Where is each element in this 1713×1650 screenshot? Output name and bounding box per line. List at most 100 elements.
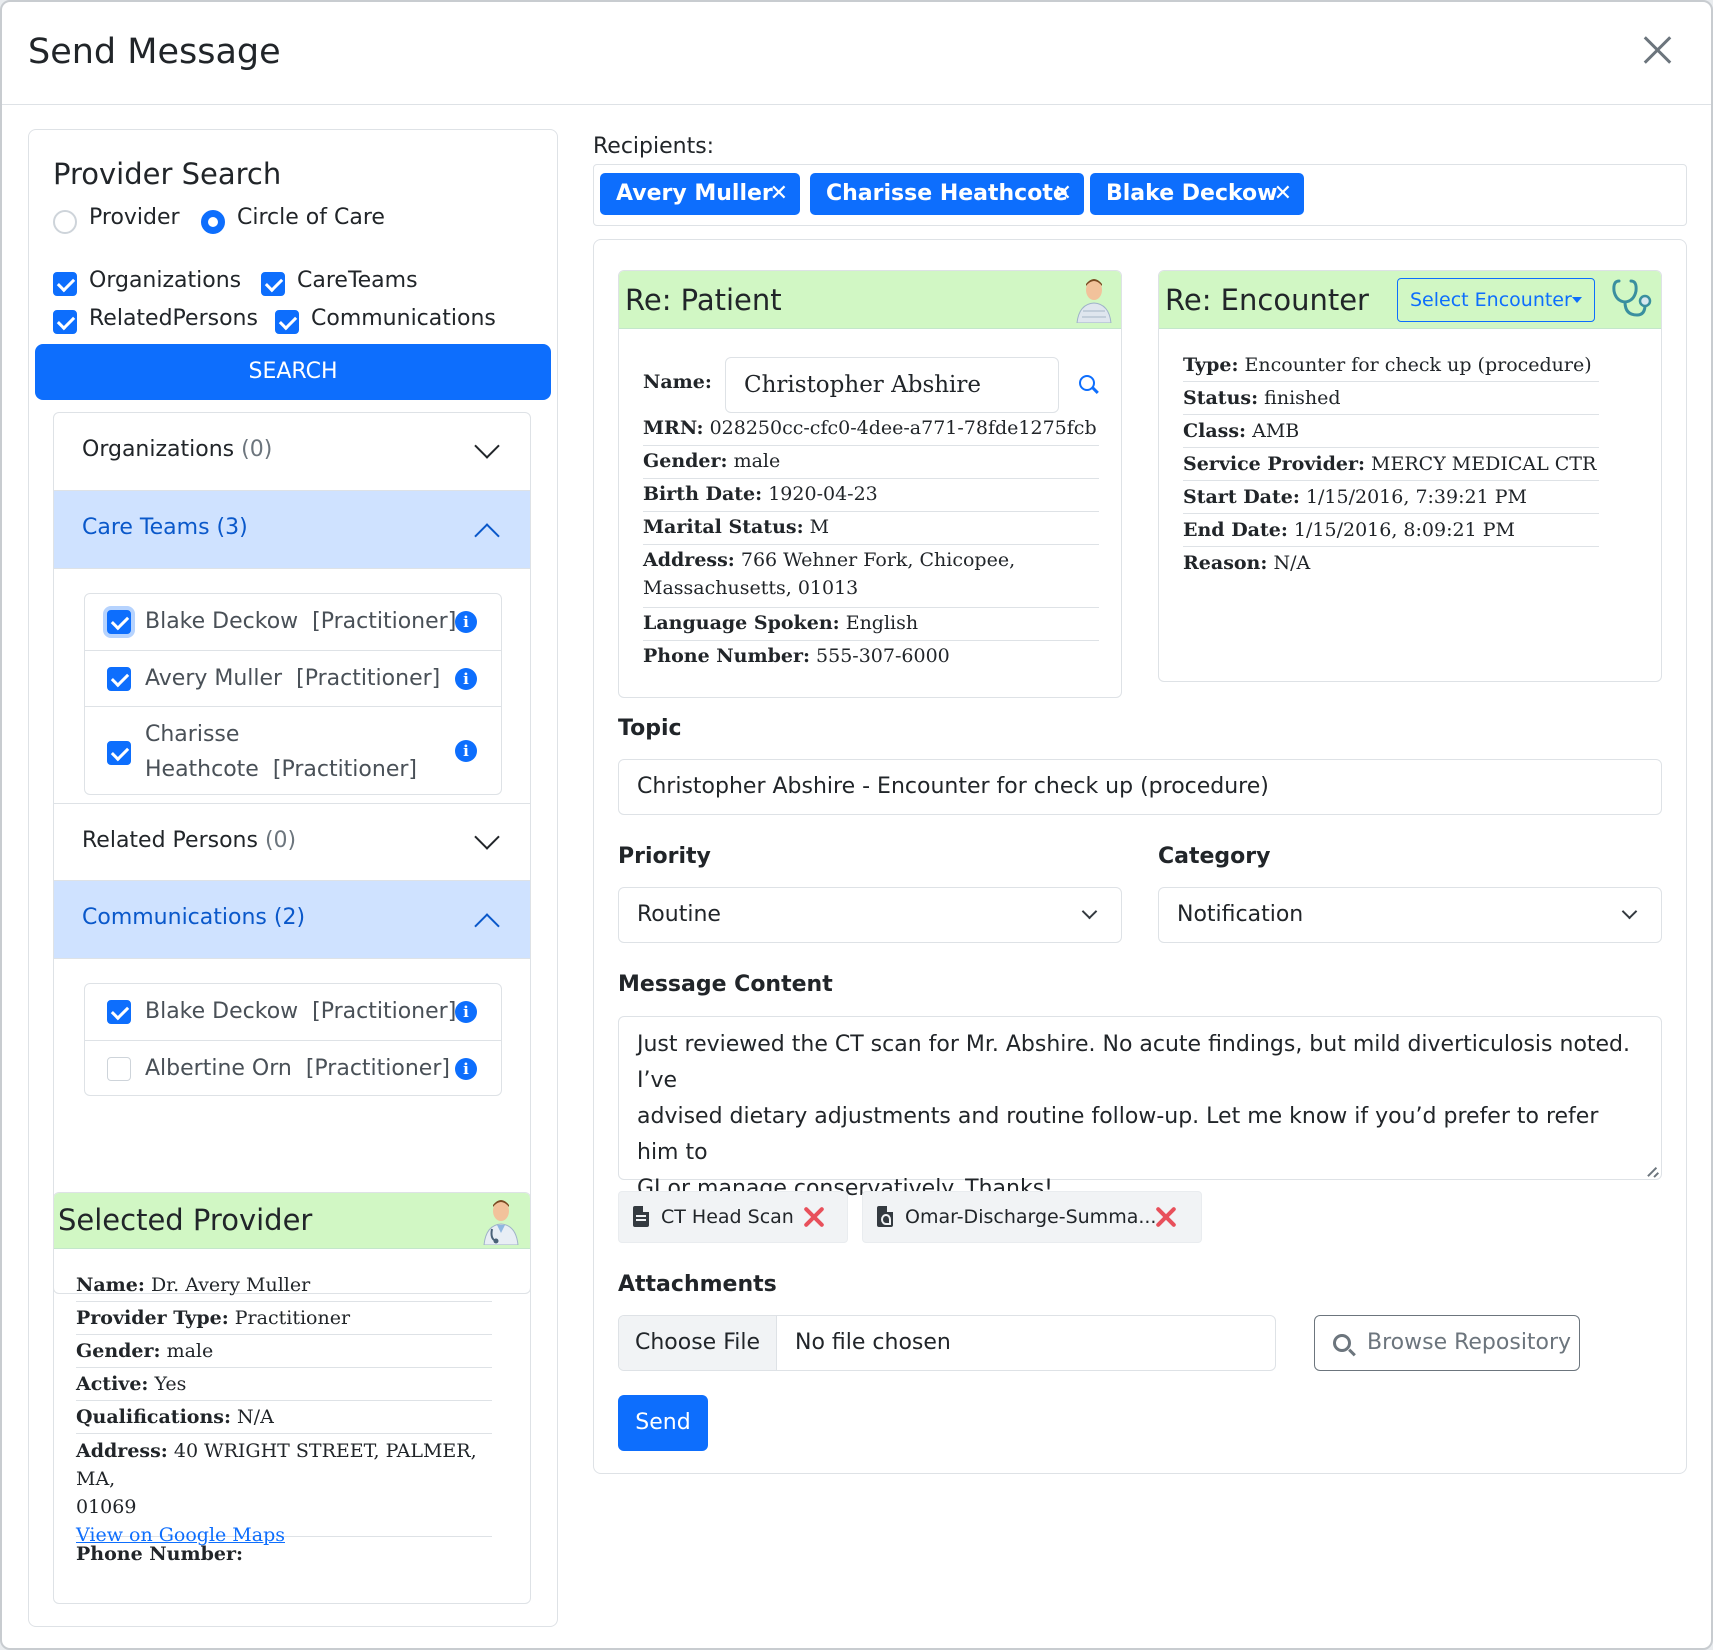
info-icon[interactable]: i: [455, 1001, 477, 1023]
remove-recipient-icon[interactable]: ✕: [1274, 173, 1292, 215]
selected-provider-details: Name: Dr. Avery Muller Provider Type: Pr…: [76, 1271, 492, 1591]
topic-label: Topic: [618, 716, 682, 741]
patient-row-gender: Gender: male: [643, 447, 1099, 479]
list-item-text: Avery Muller [Practitioner]: [145, 661, 440, 696]
stethoscope-icon: [1612, 279, 1652, 317]
search-icon[interactable]: [1079, 375, 1095, 391]
list-item-text: Albertine Orn [Practitioner]: [145, 1051, 450, 1086]
accordion-care-teams[interactable]: Care Teams (3): [54, 491, 530, 569]
accordion-communications-label: Communications (2): [82, 905, 305, 930]
select-encounter-dropdown[interactable]: Select Encounter: [1397, 278, 1595, 322]
communications-count: (2): [273, 905, 306, 930]
search-button[interactable]: SEARCH: [35, 344, 551, 400]
file-input[interactable]: Choose File No file chosen: [618, 1315, 1276, 1371]
info-icon[interactable]: i: [455, 668, 477, 690]
patient-card: Re: Patient Name: Christopher Abshire MR…: [618, 270, 1122, 698]
list-item[interactable]: Blake Deckow [Practitioner] i: [85, 984, 501, 1041]
enc-key: Type:: [1183, 354, 1239, 376]
remove-recipient-icon[interactable]: ✕: [1054, 173, 1072, 215]
pt-key: Marital Status:: [643, 516, 804, 538]
close-icon[interactable]: [1639, 32, 1675, 68]
related-persons-count: (0): [264, 828, 297, 853]
info-icon[interactable]: i: [455, 740, 477, 762]
accordion-organizations-label: Organizations (0): [82, 437, 272, 462]
patient-name-label: Name:: [643, 371, 712, 393]
info-icon[interactable]: i: [455, 611, 477, 633]
list-item[interactable]: Albertine Orn [Practitioner] i: [85, 1041, 501, 1097]
recipients-box[interactable]: Avery Muller ✕ Charisse Heathcote ✕ Blak…: [593, 164, 1687, 226]
resize-handle[interactable]: [1647, 1165, 1659, 1177]
list-item-role: [Practitioner]: [272, 757, 417, 782]
pt-key: Address:: [643, 549, 735, 571]
enc-value: Encounter for check up (procedure): [1244, 354, 1592, 376]
accordion-related-persons-label: Related Persons (0): [82, 828, 296, 853]
blake-deckow-care-checkbox[interactable]: [107, 610, 131, 634]
message-line: advised dietary adjustments and routine …: [637, 1104, 1599, 1165]
organizations-checkbox[interactable]: [53, 272, 77, 296]
charisse-heathcote-care-checkbox[interactable]: [107, 741, 131, 765]
sp-value: Yes: [154, 1373, 187, 1395]
patient-row-mrn: MRN: 028250cc-cfc0-4dee-a771-78fde1275fc…: [643, 414, 1099, 446]
results-accordion: Organizations (0) Care Teams (3) Blake D…: [53, 412, 531, 1294]
send-button[interactable]: Send: [618, 1395, 708, 1451]
sp-key: Active:: [76, 1373, 149, 1395]
avery-muller-care-checkbox[interactable]: [107, 667, 131, 691]
sp-row-name: Name: Dr. Avery Muller: [76, 1271, 492, 1302]
modal-title: Send Message: [28, 32, 281, 72]
patient-card-title: Re: Patient: [625, 283, 782, 317]
encounter-row-type: Type: Encounter for check up (procedure): [1183, 351, 1599, 382]
accordion-organizations[interactable]: Organizations (0): [54, 413, 530, 491]
pt-key: MRN:: [643, 417, 704, 439]
accordion-related-persons[interactable]: Related Persons (0): [54, 803, 530, 881]
encounter-card-header: Re: Encounter Select Encounter: [1159, 271, 1661, 329]
circle-of-care-radio[interactable]: [201, 210, 225, 234]
sp-row-qualifications: Qualifications: N/A: [76, 1403, 492, 1434]
communications-label-text: Communications: [82, 905, 267, 930]
attached-file-chip: CT Head Scan: [618, 1191, 848, 1243]
remove-attachment-icon[interactable]: [801, 1204, 825, 1230]
careteams-checkbox[interactable]: [261, 272, 285, 296]
related-persons-label-text: Related Persons: [82, 828, 258, 853]
choose-file-button[interactable]: Choose File: [619, 1316, 777, 1370]
enc-key: Start Date:: [1183, 486, 1300, 508]
category-select[interactable]: Notification: [1158, 887, 1662, 943]
encounter-row-provider: Service Provider: MERCY MEDICAL CTR: [1183, 450, 1599, 481]
info-icon[interactable]: i: [455, 1058, 477, 1080]
sp-value: N/A: [237, 1406, 274, 1428]
list-item-role: [Practitioner]: [312, 999, 457, 1024]
encounter-row-end: End Date: 1/15/2016, 8:09:21 PM: [1183, 516, 1599, 547]
list-item[interactable]: Charisse Heathcote [Practitioner] i: [85, 707, 501, 796]
list-item-text: Charisse Heathcote [Practitioner]: [145, 717, 417, 787]
selected-provider-card: Selected Provider Name: Dr. Avery Muller…: [53, 1192, 531, 1604]
pt-value-line2: Massachusetts, 01013: [643, 577, 859, 599]
priority-label: Priority: [618, 844, 711, 869]
attached-file-name: CT Head Scan: [661, 1206, 794, 1228]
list-item[interactable]: Avery Muller [Practitioner] i: [85, 651, 501, 707]
accordion-communications[interactable]: Communications (2): [54, 881, 530, 959]
browse-repository-button[interactable]: Browse Repository: [1314, 1315, 1580, 1371]
file-status-text: No file chosen: [795, 1330, 951, 1355]
select-encounter-label: Select Encounter: [1410, 289, 1572, 311]
sp-value: Practitioner: [234, 1307, 351, 1329]
priority-select[interactable]: Routine: [618, 887, 1122, 943]
list-item[interactable]: Blake Deckow [Practitioner] i: [85, 594, 501, 651]
enc-key: Status:: [1183, 387, 1259, 409]
enc-key: Service Provider:: [1183, 453, 1365, 475]
recipients-label: Recipients:: [593, 134, 715, 159]
chevron-down-icon: [1621, 903, 1638, 920]
message-content-textarea[interactable]: Just reviewed the CT scan for Mr. Abshir…: [618, 1016, 1662, 1201]
pt-key: Phone Number:: [643, 645, 810, 667]
pt-key: Birth Date:: [643, 483, 763, 505]
provider-search-panel: Provider Search Provider Circle of Care …: [28, 129, 558, 1627]
patient-name-field[interactable]: Christopher Abshire: [725, 357, 1059, 413]
remove-recipient-icon[interactable]: ✕: [770, 173, 788, 215]
provider-radio[interactable]: [53, 210, 77, 234]
albertine-orn-comm-checkbox[interactable]: [107, 1057, 131, 1081]
provider-search-title: Provider Search: [53, 157, 282, 191]
topic-input[interactable]: Christopher Abshire - Encounter for chec…: [618, 759, 1662, 815]
blake-deckow-comm-checkbox[interactable]: [107, 1000, 131, 1024]
relatedpersons-checkbox[interactable]: [53, 310, 77, 334]
communications-checkbox[interactable]: [275, 310, 299, 334]
remove-attachment-icon[interactable]: [1153, 1204, 1177, 1230]
pt-value: 1920-04-23: [768, 483, 878, 505]
